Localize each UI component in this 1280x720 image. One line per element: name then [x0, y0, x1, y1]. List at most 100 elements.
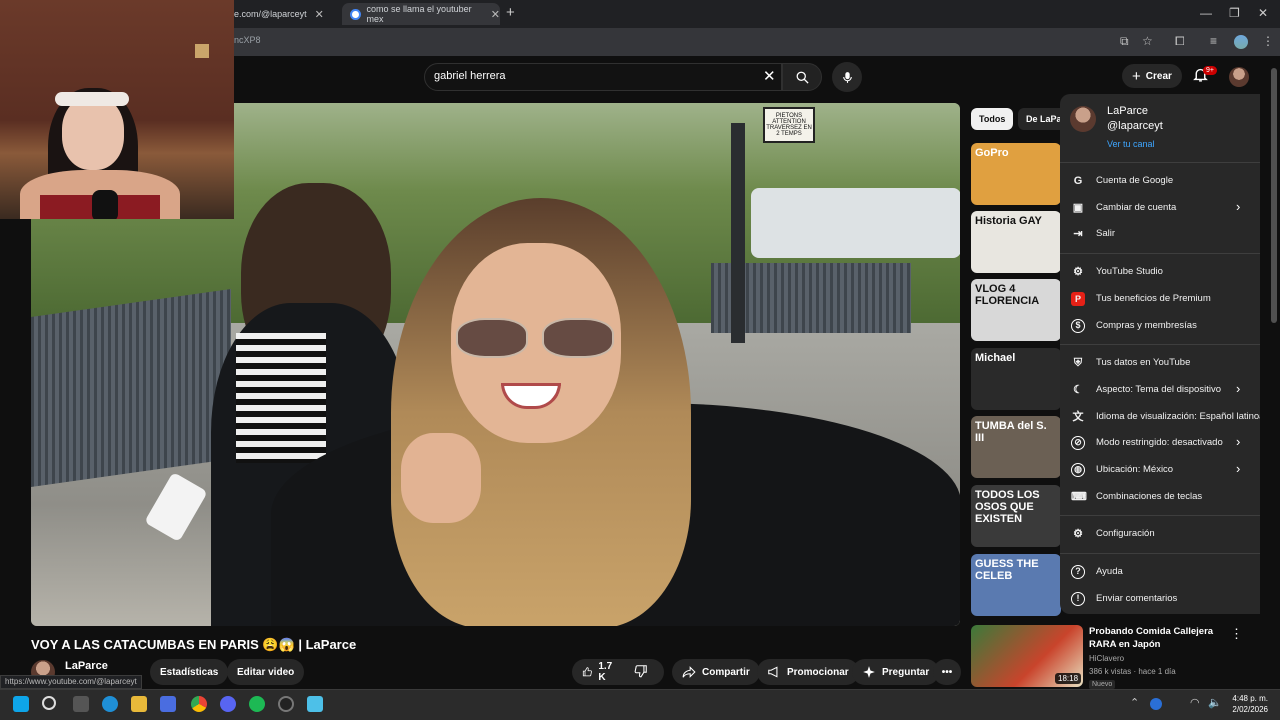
browser-profile-icon[interactable] [1234, 35, 1248, 49]
sidebar-thumbnail[interactable]: Historia GAY [971, 211, 1061, 273]
thumbnail-text: TUMBA del S. III [975, 420, 1047, 444]
ask-button[interactable]: Preguntar [852, 659, 940, 685]
store-icon[interactable] [160, 696, 176, 712]
extensions-icon[interactable]: ⧠ [1175, 34, 1185, 49]
new-badge: Nuevo [1089, 680, 1116, 689]
video-street-sign: PIETONS ATTENTION TRAVERSEZ EN 2 TEMPS [763, 107, 815, 143]
sidebar-thumbnail[interactable]: GUESS THE CELEB [971, 554, 1061, 616]
view-channel-link[interactable]: Ver tu canal [1107, 139, 1155, 149]
chip-all[interactable]: Todos [971, 108, 1014, 130]
windows-start-icon[interactable] [13, 696, 29, 712]
account-menu-item[interactable]: ▣ Cambiar de cuenta › [1060, 195, 1260, 221]
shield-icon: ⛨ [1073, 357, 1083, 370]
video-bus [751, 188, 960, 258]
chevron-up-icon[interactable]: ⌃ [1130, 696, 1146, 712]
notepad-icon[interactable] [307, 696, 323, 712]
media-icon[interactable]: ≡ [1210, 34, 1217, 48]
help-icon: ? [1071, 565, 1085, 580]
clear-search-icon[interactable]: ✕ [763, 67, 776, 85]
video-fence [31, 288, 231, 488]
restore-icon[interactable]: ❐ [1229, 6, 1240, 20]
discord-icon[interactable] [220, 696, 236, 712]
account-menu-item[interactable]: ◍ Ubicación: México › [1060, 457, 1260, 483]
video-sign-pole [731, 123, 745, 343]
thumbnail-text: TODOS LOS OSOS QUE EXISTEN [975, 489, 1040, 525]
account-menu-item[interactable]: G Cuenta de Google [1060, 168, 1260, 194]
create-button[interactable]: + Crear [1122, 64, 1182, 88]
chevron-right-icon: › [1236, 380, 1241, 396]
tray-app-icon[interactable] [1150, 698, 1162, 710]
account-name: LaParce [1107, 105, 1148, 117]
address-input[interactable]: ncXP8 [234, 35, 1104, 50]
close-icon[interactable]: ✕ [315, 8, 324, 21]
task-view-icon[interactable] [73, 696, 89, 712]
account-menu-item[interactable]: ☾ Aspecto: Tema del dispositivo › [1060, 377, 1260, 403]
recommendation-title[interactable]: Probando Comida Callejera RARA en Japón [1089, 625, 1219, 651]
account-menu-item[interactable]: ⊘ Modo restringido: desactivado › [1060, 430, 1260, 456]
edge-icon[interactable] [102, 696, 118, 712]
minimize-icon[interactable]: — [1200, 6, 1212, 20]
browser-tab-search[interactable]: como se llama el youtuber mex ✕ [342, 3, 500, 25]
sidebar-thumbnail[interactable]: TUMBA del S. III [971, 416, 1061, 478]
recommendation-menu-icon[interactable]: ⋮ [1230, 626, 1243, 642]
sidebar-thumbnail[interactable]: Michael [971, 348, 1061, 410]
account-menu-item[interactable]: $ Compras y membresías [1060, 313, 1260, 339]
menu-item-label: Tus datos en YouTube [1096, 357, 1191, 369]
account-menu-item[interactable]: P Tus beneficios de Premium [1060, 286, 1260, 312]
account-menu-item[interactable]: ? Ayuda [1060, 559, 1260, 585]
file-explorer-icon[interactable] [131, 696, 147, 712]
create-label: Crear [1145, 70, 1172, 82]
webcam-microphone [92, 190, 118, 219]
account-menu-item[interactable]: ⌨ Combinaciones de teclas [1060, 484, 1260, 510]
spotify-icon[interactable] [249, 696, 265, 712]
sidebar-thumbnail[interactable]: VLOG 4 FLORENCIA [971, 279, 1061, 341]
account-menu-item[interactable]: ⇥ Salir [1060, 221, 1260, 247]
sidebar-thumbnail[interactable]: GoPro [971, 143, 1061, 205]
promote-button[interactable]: Promocionar [757, 659, 859, 685]
close-window-icon[interactable]: ✕ [1258, 6, 1268, 20]
thumbs-down-icon[interactable] [634, 664, 654, 681]
search-query: gabriel herrera [434, 70, 506, 82]
recommendation-meta: 386 k vistas · hace 1 día [1089, 667, 1176, 676]
sidebar-thumbnail[interactable]: TODOS LOS OSOS QUE EXISTEN [971, 485, 1061, 547]
account-menu-item[interactable]: ⚙ YouTube Studio [1060, 259, 1260, 285]
account-menu-item[interactable]: ! Enviar comentarios [1060, 586, 1260, 612]
menu-item-label: Ayuda [1096, 566, 1123, 578]
sparkle-icon [863, 666, 875, 678]
video-striped-shirt [236, 333, 326, 463]
recommendation-channel[interactable]: HiClavero [1089, 654, 1124, 663]
account-menu-item[interactable]: ⚙ Configuración [1060, 521, 1260, 547]
account-avatar[interactable] [1229, 67, 1249, 87]
menu-item-label: Tus beneficios de Premium [1096, 292, 1211, 304]
wifi-icon[interactable]: ◠ [1190, 696, 1206, 712]
menu-item-label: Ubicación: México [1096, 464, 1174, 475]
menu-item-label: Modo restringido: desactivado [1096, 437, 1223, 449]
taskbar-search-icon[interactable] [42, 696, 56, 710]
channel-name[interactable]: LaParce [65, 660, 108, 672]
obs-icon[interactable] [278, 696, 294, 712]
browser-tab-channel[interactable]: e.com/@laparceyt ✕ [234, 3, 342, 25]
taskbar-clock[interactable]: 4:48 p. m. 2/02/2026 [1228, 693, 1268, 715]
edit-video-button[interactable]: Editar video [227, 659, 305, 685]
dollar-icon: $ [1071, 318, 1085, 333]
search-button[interactable] [782, 63, 822, 91]
voice-search-button[interactable] [832, 62, 862, 92]
star-icon[interactable]: ☆ [1142, 34, 1153, 48]
volume-icon[interactable]: 🔈 [1208, 696, 1224, 712]
studio-icon: ⚙ [1073, 266, 1083, 279]
close-icon[interactable]: ✕ [491, 8, 500, 21]
account-menu-item[interactable]: 文 Idioma de visualización: Español latino… [1060, 404, 1261, 430]
like-button[interactable]: 1.7 K [572, 659, 664, 685]
chrome-icon[interactable] [191, 696, 207, 712]
page-scrollbar[interactable] [1271, 68, 1277, 323]
menu-divider [1060, 515, 1260, 517]
more-actions-button[interactable]: ••• [933, 659, 961, 685]
account-menu-item[interactable]: ⛨ Tus datos en YouTube [1060, 350, 1260, 376]
stats-button[interactable]: Estadísticas [150, 659, 229, 685]
menu-item-label: Compras y membresías [1096, 319, 1197, 331]
sign-out-icon: ⇥ [1073, 228, 1083, 241]
new-tab-button[interactable]: + [506, 4, 515, 21]
browser-menu-icon[interactable]: ⋮ [1262, 34, 1274, 48]
share-button[interactable]: Compartir [672, 659, 760, 685]
cast-icon[interactable]: ⧉ [1120, 34, 1129, 49]
